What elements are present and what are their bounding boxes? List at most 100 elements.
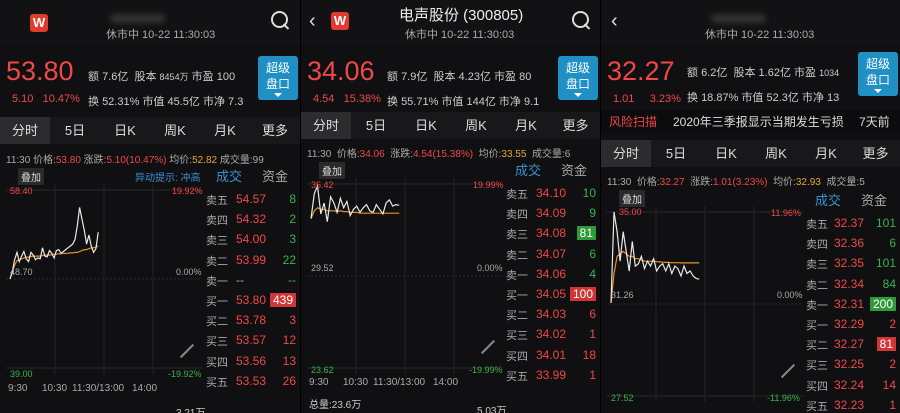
level-volume: 18 xyxy=(582,347,596,362)
ask-level-row[interactable]: 卖二 34.07 6 xyxy=(506,247,598,266)
stock-panel-3: ‹ 休市中 10-22 11:30:03 32.27 1.01 3.23% 额 … xyxy=(601,0,900,413)
tab-weekly-k[interactable]: 周K xyxy=(451,112,501,139)
tab-more[interactable]: 更多 xyxy=(250,117,300,144)
tab-more[interactable]: 更多 xyxy=(851,140,900,167)
price-line xyxy=(310,183,400,222)
ask-level-row[interactable]: 卖五 32.37 101 xyxy=(806,216,898,235)
ask-level-row[interactable]: 卖一 34.06 4 xyxy=(506,267,598,286)
ask-level-row[interactable]: 卖五 34.10 10 xyxy=(506,186,598,205)
back-icon[interactable]: ‹ xyxy=(611,10,618,33)
tab-intraday[interactable]: 分时 xyxy=(0,117,50,144)
risk-scan-bar[interactable]: 风险扫描 2020年三季报显示当期发生亏损 7天前 xyxy=(601,110,900,132)
ask-level-row[interactable]: 卖三 54.00 3 xyxy=(206,232,298,251)
y-axis-top: 35.42 xyxy=(311,180,334,190)
overlay-button[interactable]: 叠加 xyxy=(619,190,645,207)
bid-level-row[interactable]: 买三 53.57 12 xyxy=(206,333,298,352)
tab-monthly-k[interactable]: 月K xyxy=(801,140,851,167)
ask-level-row[interactable]: 卖四 54.32 2 xyxy=(206,212,298,231)
tab-monthly-k[interactable]: 月K xyxy=(501,112,551,139)
tab-daily-k[interactable]: 日K xyxy=(701,140,751,167)
tab-5day[interactable]: 5日 xyxy=(50,117,100,144)
ask-level-row[interactable]: 卖三 32.35 101 xyxy=(806,256,898,275)
bid-level-row[interactable]: 买三 32.25 2 xyxy=(806,357,898,376)
bid-level-row[interactable]: 买五 32.23 1 xyxy=(806,398,898,413)
bid-level-row[interactable]: 买二 32.27 81 xyxy=(806,337,898,356)
expand-icon[interactable] xyxy=(180,344,194,358)
tab-trades[interactable]: 成交 xyxy=(216,166,242,185)
bid-level-row[interactable]: 买二 53.78 3 xyxy=(206,313,298,332)
app-logo-icon[interactable]: W xyxy=(331,12,349,30)
level-price: 34.08 xyxy=(536,226,567,241)
bid-level-row[interactable]: 买三 34.02 1 xyxy=(506,327,598,346)
ask-level-row[interactable]: 卖三 34.08 81 xyxy=(506,226,598,245)
bid-level-row[interactable]: 买五 33.99 1 xyxy=(506,368,598,387)
ask-level-row[interactable]: 卖一 32.31 200 xyxy=(806,296,898,316)
bid-level-row[interactable]: 买五 53.53 26 xyxy=(206,374,298,393)
tab-5day[interactable]: 5日 xyxy=(351,112,401,139)
tab-intraday[interactable]: 分时 xyxy=(601,140,651,167)
overlay-button[interactable]: 叠加 xyxy=(18,168,44,185)
search-icon[interactable] xyxy=(572,11,589,28)
tab-funds[interactable]: 资金 xyxy=(561,160,587,179)
search-icon[interactable] xyxy=(271,11,288,28)
tab-monthly-k[interactable]: 月K xyxy=(200,117,250,144)
pct-axis-bottom: -19.99% xyxy=(469,365,503,375)
bid-level-row[interactable]: 买二 34.03 6 xyxy=(506,307,598,326)
bid-level-row[interactable]: 买一 32.29 2 xyxy=(806,317,898,336)
y-axis-top: 35.00 xyxy=(619,207,642,217)
super-orderbook-button[interactable]: 超级 盘口 xyxy=(858,52,898,96)
level-volume: 22 xyxy=(282,252,296,267)
ask-level-row[interactable]: 卖二 53.99 22 xyxy=(206,253,298,272)
alert-hint[interactable]: 异动提示: 冲高 xyxy=(135,169,201,184)
ask-level-row[interactable]: 卖四 32.36 6 xyxy=(806,236,898,255)
bid-level-row[interactable]: 买一 53.80 439 xyxy=(206,293,298,312)
ask-level-row[interactable]: 卖五 54.57 8 xyxy=(206,192,298,211)
tab-more[interactable]: 更多 xyxy=(551,112,600,139)
level-label: 买三 xyxy=(806,360,828,373)
back-icon[interactable]: ‹ xyxy=(309,10,316,33)
level-price: 34.07 xyxy=(536,246,567,261)
header: ‹ W 电声股份 (300805) 休市中 10-22 11:30:03 xyxy=(301,0,600,44)
period-tabs: 分时 5日 日K 周K 月K 更多 xyxy=(301,112,600,139)
tab-weekly-k[interactable]: 周K xyxy=(150,117,200,144)
bid-level-row[interactable]: 买一 34.05 100 xyxy=(506,287,598,306)
market-status: 休市中 10-22 11:30:03 xyxy=(405,29,515,41)
overlay-button[interactable]: 叠加 xyxy=(319,162,345,179)
level-price: 53.56 xyxy=(236,353,267,368)
ask-level-row[interactable]: 卖四 34.09 9 xyxy=(506,206,598,225)
bid-level-row[interactable]: 买四 53.56 13 xyxy=(206,354,298,373)
tab-trades[interactable]: 成交 xyxy=(815,190,841,209)
volume-note: 5.03万 xyxy=(477,406,507,413)
ask-level-row[interactable]: 卖一 -- -- xyxy=(206,273,298,292)
tab-daily-k[interactable]: 日K xyxy=(100,117,150,144)
level-label: 卖三 xyxy=(806,259,828,272)
tab-funds[interactable]: 资金 xyxy=(262,166,288,185)
tab-weekly-k[interactable]: 周K xyxy=(751,140,801,167)
level-label: 买二 xyxy=(506,310,528,323)
bid-level-row[interactable]: 买四 32.24 14 xyxy=(806,378,898,397)
level-label: 买五 xyxy=(506,370,528,383)
super-orderbook-button[interactable]: 超级 盘口 xyxy=(258,56,298,100)
app-logo-icon[interactable]: W xyxy=(30,14,48,32)
y-axis-bottom: 27.52 xyxy=(611,393,634,403)
y-axis-mid: 29.52 xyxy=(311,263,334,273)
level-label: 卖一 xyxy=(206,275,228,288)
level-volume: 1 xyxy=(889,397,896,412)
ask-level-row[interactable]: 卖二 32.34 84 xyxy=(806,277,898,296)
chevron-down-icon xyxy=(574,93,582,97)
tab-trades[interactable]: 成交 xyxy=(515,160,541,179)
level-volume: 6 xyxy=(889,236,896,251)
level-volume: 14 xyxy=(882,377,896,392)
super-orderbook-button[interactable]: 超级 盘口 xyxy=(558,56,598,100)
tab-daily-k[interactable]: 日K xyxy=(401,112,451,139)
bid-level-row[interactable]: 买四 34.01 18 xyxy=(506,348,598,367)
tab-funds[interactable]: 资金 xyxy=(861,190,887,209)
expand-icon[interactable] xyxy=(481,340,495,354)
level-label: 卖一 xyxy=(806,299,828,312)
level-price: 34.06 xyxy=(536,266,567,281)
tab-intraday[interactable]: 分时 xyxy=(301,112,351,139)
expand-icon[interactable] xyxy=(781,364,795,378)
tab-5day[interactable]: 5日 xyxy=(651,140,701,167)
level-label: 买一 xyxy=(806,320,828,332)
orderbook-tabs: 成交 资金 xyxy=(809,190,897,208)
